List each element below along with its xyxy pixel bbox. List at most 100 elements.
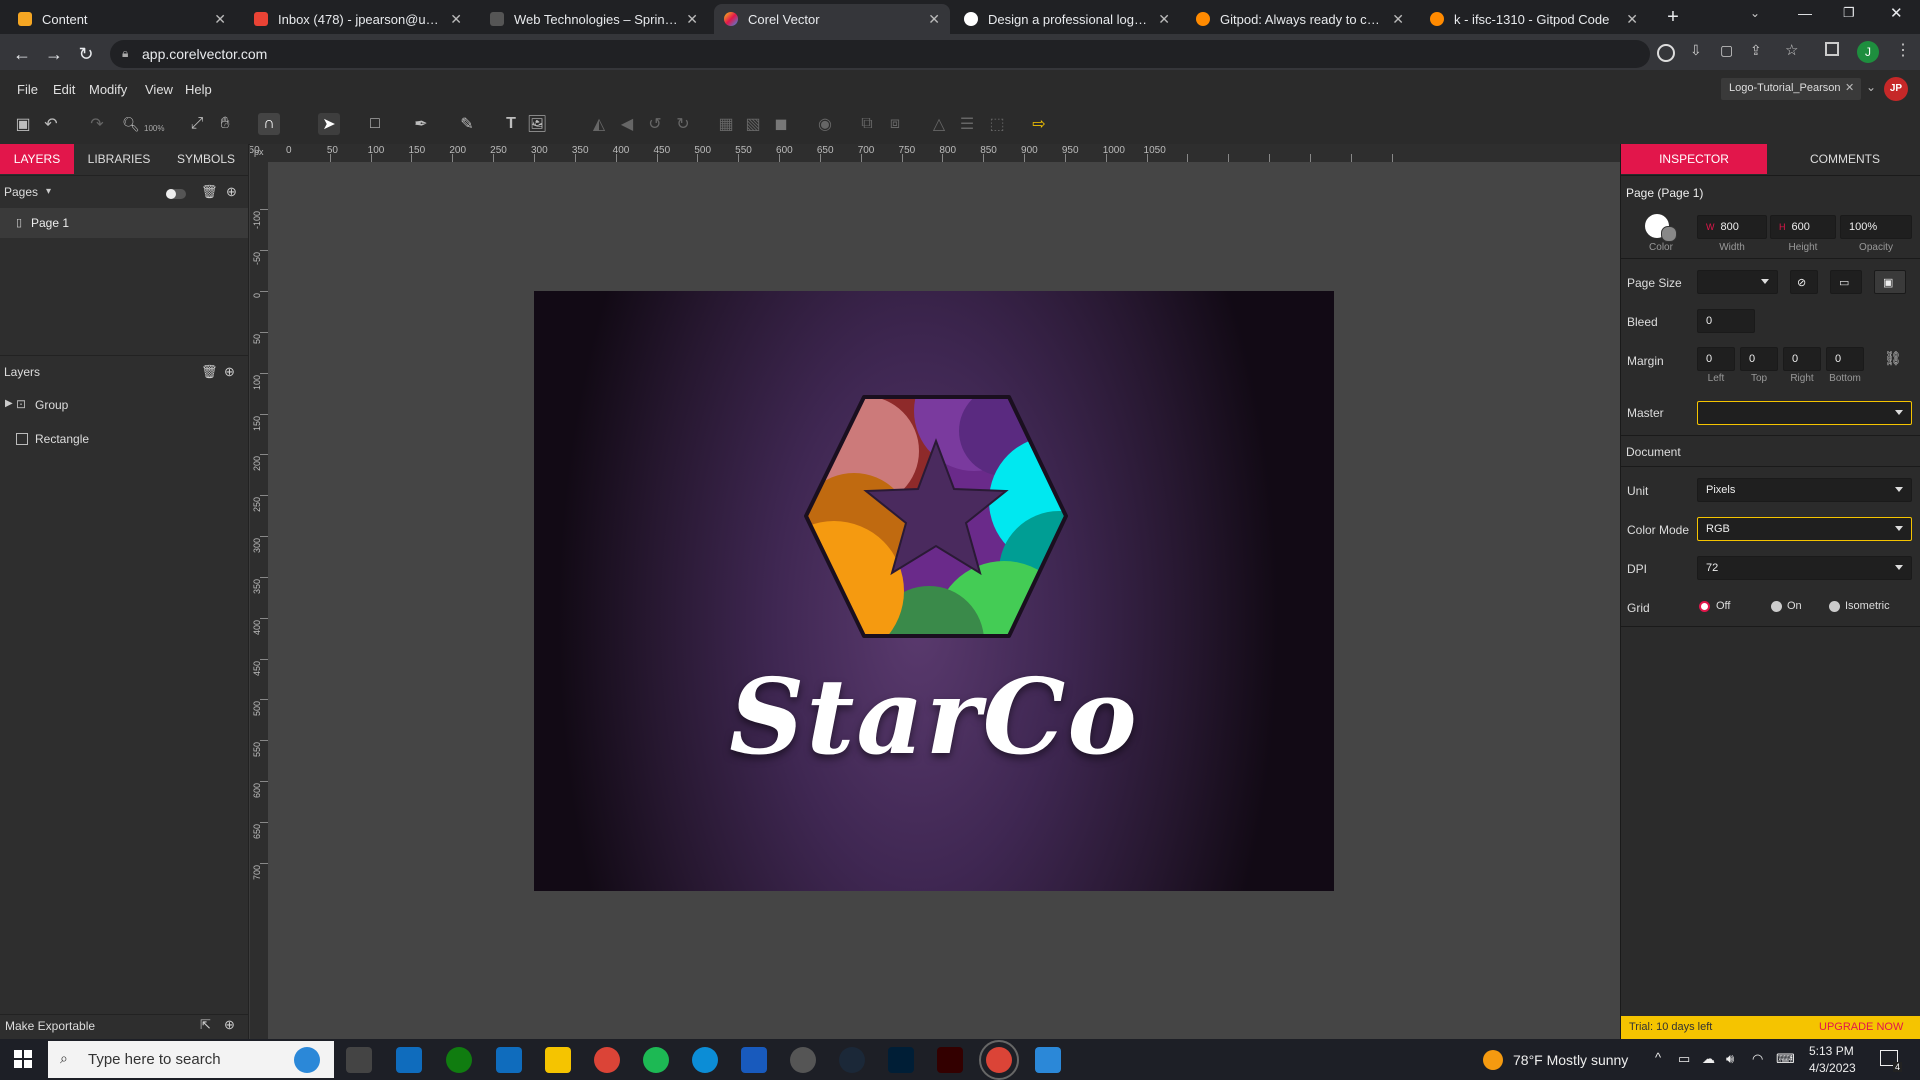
layer-row[interactable]: ▶ ⊡ Group [0, 392, 248, 418]
url-field[interactable]: 🔒︎ app.corelvector.com [110, 40, 1650, 68]
arrange-icon[interactable]: ◼ [770, 113, 792, 135]
save-icon[interactable]: ▣ [12, 113, 34, 135]
browser-tab-active[interactable]: Corel Vector ✕ [714, 4, 950, 34]
undo-icon[interactable]: ↶ [40, 113, 62, 135]
add-page-icon[interactable]: ⊕ [226, 184, 237, 200]
file-explorer-icon[interactable] [545, 1047, 571, 1073]
trash-icon[interactable]: 🗑︎ [201, 184, 218, 200]
opacity-input[interactable]: 100% [1840, 215, 1912, 239]
photoshop-icon[interactable] [888, 1047, 914, 1073]
add-export-icon[interactable]: ⊕ [224, 1017, 235, 1033]
edge-icon[interactable] [692, 1047, 718, 1073]
tab-inspector[interactable]: INSPECTOR [1621, 144, 1767, 174]
tab-layers[interactable]: LAYERS [0, 144, 74, 174]
page-row[interactable]: ▯ Page 1 [0, 208, 248, 238]
cloud-icon[interactable]: ☁ [1702, 1051, 1715, 1067]
grid-isometric-radio[interactable] [1829, 601, 1840, 612]
starco-logo-icon[interactable] [534, 291, 1334, 891]
browser-tab[interactable]: Web Technologies – Spring 2023 ✕ [480, 4, 708, 34]
document-name-chip[interactable]: Logo-Tutorial_Pearson ✕ [1721, 78, 1861, 100]
rotate-right-icon[interactable]: ↻ [672, 113, 694, 135]
grid-off-radio[interactable] [1699, 601, 1710, 612]
minimize-icon[interactable]: — [1798, 5, 1812, 21]
menu-modify[interactable]: Modify [89, 82, 127, 97]
keyboard-icon[interactable]: ⌨ [1776, 1051, 1795, 1067]
user-avatar[interactable]: JP [1884, 77, 1908, 101]
master-select[interactable] [1697, 401, 1912, 425]
visibility-toggle[interactable] [166, 189, 186, 199]
bookmark-star-icon[interactable]: ☆ [1785, 41, 1798, 59]
browser-tab[interactable]: Content ✕ [8, 4, 236, 34]
browser-tab[interactable]: k - ifsc-1310 - Gitpod Code ✕ [1420, 4, 1648, 34]
height-input[interactable]: H 600 [1770, 215, 1836, 239]
redo-icon[interactable]: ↷ [86, 113, 108, 135]
tab-search-icon[interactable]: ⌄ [1750, 6, 1760, 20]
artboard[interactable]: StarCo [534, 291, 1334, 891]
close-icon[interactable]: ✕ [928, 11, 940, 28]
link-margins-icon[interactable]: ⛓︎ [1884, 350, 1902, 367]
margin-bottom-input[interactable]: 0 [1826, 347, 1864, 371]
reload-icon[interactable]: ↻ [72, 40, 100, 68]
task-view-icon[interactable] [346, 1047, 372, 1073]
weather-text[interactable]: 78°F Mostly sunny [1513, 1052, 1628, 1068]
mask-icon[interactable]: ◉ [814, 113, 836, 135]
chevron-down-icon[interactable]: ⌄ [1866, 80, 1876, 94]
chevron-right-icon[interactable]: ▶ [5, 398, 13, 409]
hand-pan-icon[interactable]: ✋︎ [214, 113, 236, 135]
export-icon[interactable]: ⇨ [1028, 113, 1050, 135]
chevron-up-icon[interactable]: ^ [1655, 1050, 1661, 1065]
boolean-subtract-icon[interactable]: ⧈ [884, 113, 906, 135]
side-panel-icon[interactable] [1825, 42, 1839, 56]
windows-start-icon[interactable] [14, 1050, 32, 1068]
align-icon[interactable]: ☰ [956, 113, 978, 135]
store-icon[interactable] [496, 1047, 522, 1073]
spotify-icon[interactable] [643, 1047, 669, 1073]
chrome-icon[interactable] [594, 1047, 620, 1073]
menu-edit[interactable]: Edit [53, 82, 75, 97]
steam-icon[interactable] [839, 1047, 865, 1073]
pencil-tool-icon[interactable]: ✎ [456, 113, 478, 135]
volume-icon[interactable]: 🔊︎ [1726, 1051, 1734, 1067]
settings-gear-icon[interactable] [790, 1047, 816, 1073]
group-icon[interactable]: ▦ [715, 113, 737, 135]
text-tool-icon[interactable]: T [500, 113, 522, 135]
bing-icon[interactable] [294, 1047, 320, 1073]
fit-icon[interactable]: ⤢ [186, 113, 208, 135]
margin-right-input[interactable]: 0 [1783, 347, 1821, 371]
pointer-select-icon[interactable]: ➤ [318, 113, 340, 135]
xbox-icon[interactable] [446, 1047, 472, 1073]
install-icon[interactable]: ⇩ [1690, 42, 1702, 59]
wifi-icon[interactable]: ◠ [1752, 1051, 1763, 1067]
upgrade-button[interactable]: UPGRADE NOW [1819, 1021, 1903, 1033]
ungroup-icon[interactable]: ▧ [742, 113, 764, 135]
tab-comments[interactable]: COMMENTS [1770, 144, 1920, 174]
bleed-input[interactable]: 0 [1697, 309, 1755, 333]
new-tab-button[interactable]: + [1660, 6, 1686, 28]
browser-tab[interactable]: Gitpod: Always ready to code. ✕ [1186, 4, 1414, 34]
pen-tool-icon[interactable]: ✒︎ [410, 113, 432, 135]
unit-select[interactable]: Pixels [1697, 478, 1912, 502]
export-icon[interactable]: ⇱ [200, 1017, 211, 1033]
boolean-union-icon[interactable]: ⧉ [856, 113, 878, 135]
close-document-icon[interactable]: ✕ [1845, 81, 1854, 94]
margin-left-input[interactable]: 0 [1697, 347, 1735, 371]
flip-horizontal-icon[interactable]: ◭ [588, 113, 610, 135]
image-tool-icon[interactable]: 🖼︎ [526, 113, 548, 135]
grid-on-radio[interactable] [1771, 601, 1782, 612]
orientation-icon[interactable]: ⊘ [1790, 270, 1818, 294]
close-icon[interactable]: ✕ [686, 11, 698, 28]
close-icon[interactable]: ✕ [1626, 11, 1638, 28]
close-icon[interactable]: ✕ [1392, 11, 1404, 28]
chevron-down-icon[interactable]: ▾ [46, 186, 51, 197]
trash-icon[interactable]: 🗑︎ [201, 364, 218, 380]
margin-top-input[interactable]: 0 [1740, 347, 1778, 371]
close-window-icon[interactable]: ✕ [1890, 4, 1903, 22]
page-size-select[interactable] [1697, 270, 1778, 294]
shape-builder-icon[interactable]: △ [928, 113, 950, 135]
close-icon[interactable]: ✕ [214, 11, 226, 28]
photos-icon[interactable] [1035, 1047, 1061, 1073]
zoom-icon[interactable]: 🔍︎ [120, 113, 142, 135]
google-icon[interactable] [1657, 44, 1675, 62]
back-icon[interactable]: ← [8, 40, 36, 68]
clock-date[interactable]: 4/3/2023 [1809, 1061, 1856, 1075]
